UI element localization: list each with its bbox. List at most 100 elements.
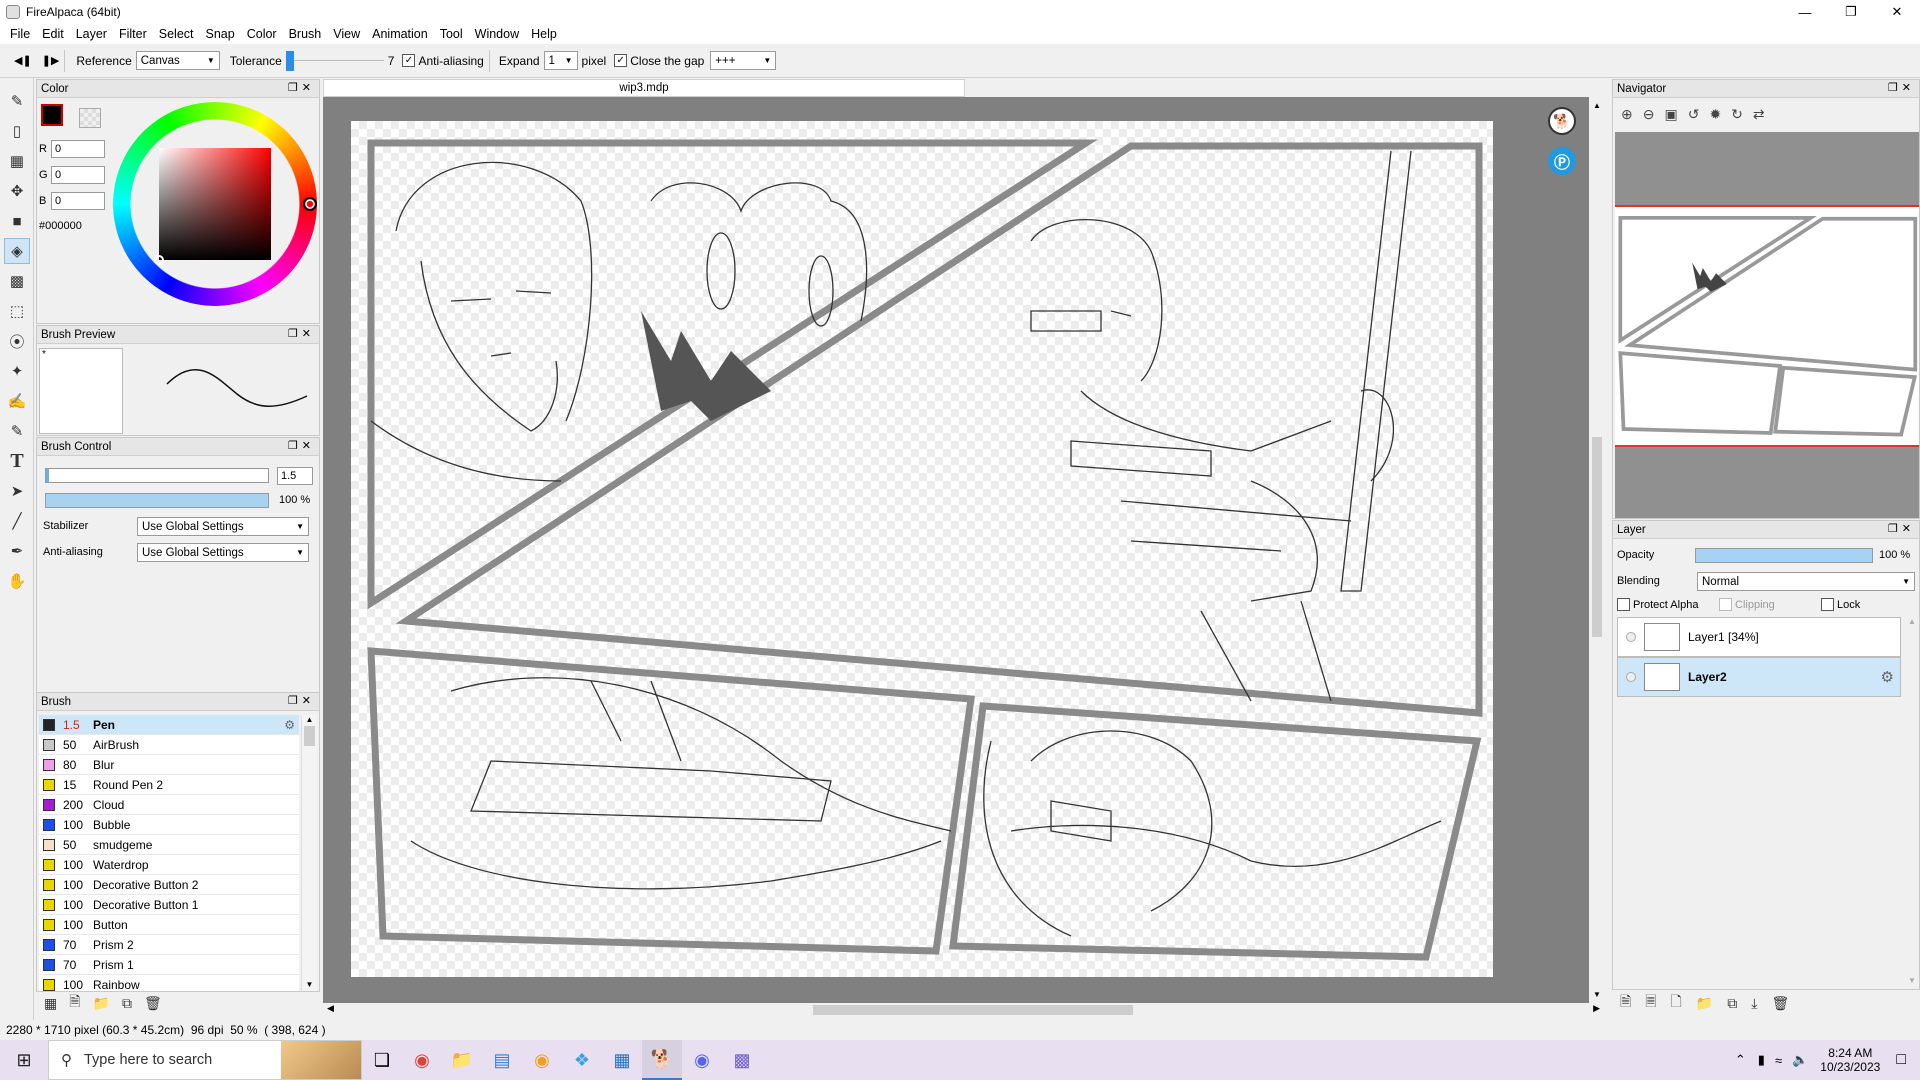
visibility-icon[interactable] xyxy=(1626,672,1636,682)
app-icon[interactable]: ❖ xyxy=(562,1040,602,1080)
scrollbar-thumb[interactable] xyxy=(1592,437,1602,637)
chrome-canary-icon[interactable]: ◉ xyxy=(522,1040,562,1080)
tolerance-slider-thumb[interactable] xyxy=(285,50,294,71)
layer-list-scrollbar[interactable]: ▲ ▼ xyxy=(1905,617,1919,987)
volume-icon[interactable]: 🔈 xyxy=(1792,1052,1808,1068)
scrollbar-thumb[interactable] xyxy=(813,1005,1133,1015)
brush-list-scrollbar[interactable]: ▲ ▼ xyxy=(301,715,317,991)
list-item[interactable]: 50 AirBrush xyxy=(39,735,299,755)
bucket-tool-icon[interactable]: ◈ xyxy=(4,238,30,264)
notes-app-icon[interactable]: ▤ xyxy=(482,1040,522,1080)
list-item[interactable]: 15 Round Pen 2 xyxy=(39,775,299,795)
rotate-left-icon[interactable]: ↺ xyxy=(1688,106,1700,123)
list-item[interactable]: 100 Rainbow xyxy=(39,975,299,991)
battery-icon[interactable]: ▮ xyxy=(1758,1052,1765,1068)
list-item[interactable]: 70 Prism 2 xyxy=(39,935,299,955)
layer-folder-icon[interactable]: 📁 xyxy=(1696,995,1713,1012)
text-tool-icon[interactable]: T xyxy=(4,448,30,474)
prev-frame-icon[interactable]: ◀❚ xyxy=(14,54,32,67)
brush-antialiasing-select[interactable]: Use Global Settings ▼ xyxy=(137,543,309,562)
list-item[interactable]: 1.5 Pen ⚙ xyxy=(39,715,299,735)
list-item[interactable]: 100 Decorative Button 2 xyxy=(39,875,299,895)
close-gap-select[interactable]: +++ ▼ xyxy=(710,51,777,70)
restore-icon[interactable]: ❐ xyxy=(1828,0,1874,24)
list-item[interactable]: 80 Blur xyxy=(39,755,299,775)
menu-animation[interactable]: Animation xyxy=(366,27,434,41)
wifi-icon[interactable]: ≈ xyxy=(1775,1053,1782,1068)
brush-tool-icon[interactable]: ✎ xyxy=(4,88,30,114)
delete-layer-icon[interactable]: 🗑 xyxy=(1771,995,1789,1012)
minimize-icon[interactable]: — xyxy=(1782,0,1828,24)
operation-tool-icon[interactable]: ➤ xyxy=(4,478,30,504)
calculator-icon[interactable]: ▦ xyxy=(602,1040,642,1080)
panel-buttons[interactable]: ❐✕ xyxy=(288,327,315,340)
zoom-out-icon[interactable]: ⊖ xyxy=(1643,106,1655,123)
canvas-horizontal-scrollbar[interactable]: ◀ ▶ xyxy=(323,1003,1604,1017)
new-8bit-layer-icon[interactable]: 🗏 xyxy=(1645,991,1656,1015)
windows-start-icon[interactable]: ⊞ xyxy=(0,1040,48,1080)
scroll-right-icon[interactable]: ▶ xyxy=(1593,1003,1600,1014)
chrome-icon[interactable]: ◉ xyxy=(402,1040,442,1080)
scroll-down-icon[interactable]: ▼ xyxy=(302,980,317,989)
menu-file[interactable]: File xyxy=(4,27,36,41)
list-item[interactable]: 200 Cloud xyxy=(39,795,299,815)
scroll-up-icon[interactable]: ▲ xyxy=(302,715,317,724)
reset-rotation-icon[interactable]: ✹ xyxy=(1709,106,1721,123)
primary-color-swatch[interactable] xyxy=(41,104,63,126)
color-wheel[interactable] xyxy=(113,102,317,306)
eraser-tool-icon[interactable]: ▯ xyxy=(4,118,30,144)
clipping-checkbox[interactable] xyxy=(1719,598,1732,611)
visibility-icon[interactable] xyxy=(1626,632,1636,642)
close-icon[interactable]: ✕ xyxy=(1874,0,1920,24)
eyedropper-icon[interactable]: ✒ xyxy=(4,538,30,564)
zoom-in-icon[interactable]: ⊕ xyxy=(1621,106,1633,123)
menu-brush[interactable]: Brush xyxy=(283,27,328,41)
divide-tool-icon[interactable]: ╱ xyxy=(4,508,30,534)
list-item[interactable]: 100 Bubble xyxy=(39,815,299,835)
brush-size-input[interactable]: 1.5 xyxy=(277,467,313,485)
g-input[interactable]: 0 xyxy=(51,166,105,184)
select-tool-icon[interactable]: ⬚ xyxy=(4,298,30,324)
stabilizer-select[interactable]: Use Global Settings ▼ xyxy=(137,517,309,536)
menu-help[interactable]: Help xyxy=(525,27,563,41)
file-explorer-icon[interactable]: 📁 xyxy=(442,1040,482,1080)
canvas-vertical-scrollbar[interactable]: ▲ ▼ xyxy=(1590,97,1604,1003)
menu-tool[interactable]: Tool xyxy=(434,27,469,41)
lock-checkbox[interactable] xyxy=(1821,598,1834,611)
clock[interactable]: 8:24 AM 10/23/2023 xyxy=(1820,1046,1880,1074)
menu-color[interactable]: Color xyxy=(241,27,283,41)
dot-tool-icon[interactable]: ▦ xyxy=(4,148,30,174)
magic-wand-icon[interactable]: ✦ xyxy=(4,358,30,384)
panel-buttons[interactable]: ❐✕ xyxy=(1888,522,1915,535)
select-eraser-icon[interactable]: ✎ xyxy=(4,418,30,444)
lasso-tool-icon[interactable]: ⦿ xyxy=(4,328,30,354)
r-input[interactable]: 0 xyxy=(51,140,105,158)
save-brush-icon[interactable]: ▦ xyxy=(44,995,57,1012)
rotate-right-icon[interactable]: ↻ xyxy=(1731,106,1743,123)
menu-view[interactable]: View xyxy=(327,27,366,41)
fit-icon[interactable]: ▣ xyxy=(1664,106,1677,123)
menu-layer[interactable]: Layer xyxy=(70,27,113,41)
document-tab[interactable]: wip3.mdp xyxy=(323,79,965,97)
b-input[interactable]: 0 xyxy=(51,192,105,210)
menu-filter[interactable]: Filter xyxy=(113,27,153,41)
menu-select[interactable]: Select xyxy=(153,27,200,41)
new-1bit-layer-icon[interactable]: 🗋 xyxy=(1671,991,1682,1015)
scroll-down-icon[interactable]: ▼ xyxy=(1905,976,1919,985)
select-pen-icon[interactable]: ✍ xyxy=(4,388,30,414)
search-box[interactable]: ⚲ Type here to search xyxy=(48,1040,362,1080)
duplicate-brush-icon[interactable]: ⧉ xyxy=(122,995,132,1012)
tolerance-slider[interactable] xyxy=(285,50,386,71)
brush-size-slider[interactable] xyxy=(45,468,269,483)
brush-opacity-slider[interactable] xyxy=(45,493,269,508)
gear-icon[interactable]: ⚙ xyxy=(284,718,295,732)
navigator-preview-area[interactable] xyxy=(1615,132,1919,518)
new-layer-icon[interactable]: 🗎 xyxy=(1620,991,1631,1015)
transparent-swatch[interactable] xyxy=(79,108,101,128)
next-frame-icon[interactable]: ❚▶ xyxy=(42,54,60,67)
gradient-tool-icon[interactable]: ▩ xyxy=(4,268,30,294)
chevron-up-icon[interactable]: ⌃ xyxy=(1735,1052,1746,1068)
list-item[interactable]: 50 smudgeme xyxy=(39,835,299,855)
firealpaca-taskbar-icon[interactable]: 🐕 xyxy=(642,1040,682,1080)
gear-icon[interactable]: ⚙ xyxy=(1881,668,1894,686)
